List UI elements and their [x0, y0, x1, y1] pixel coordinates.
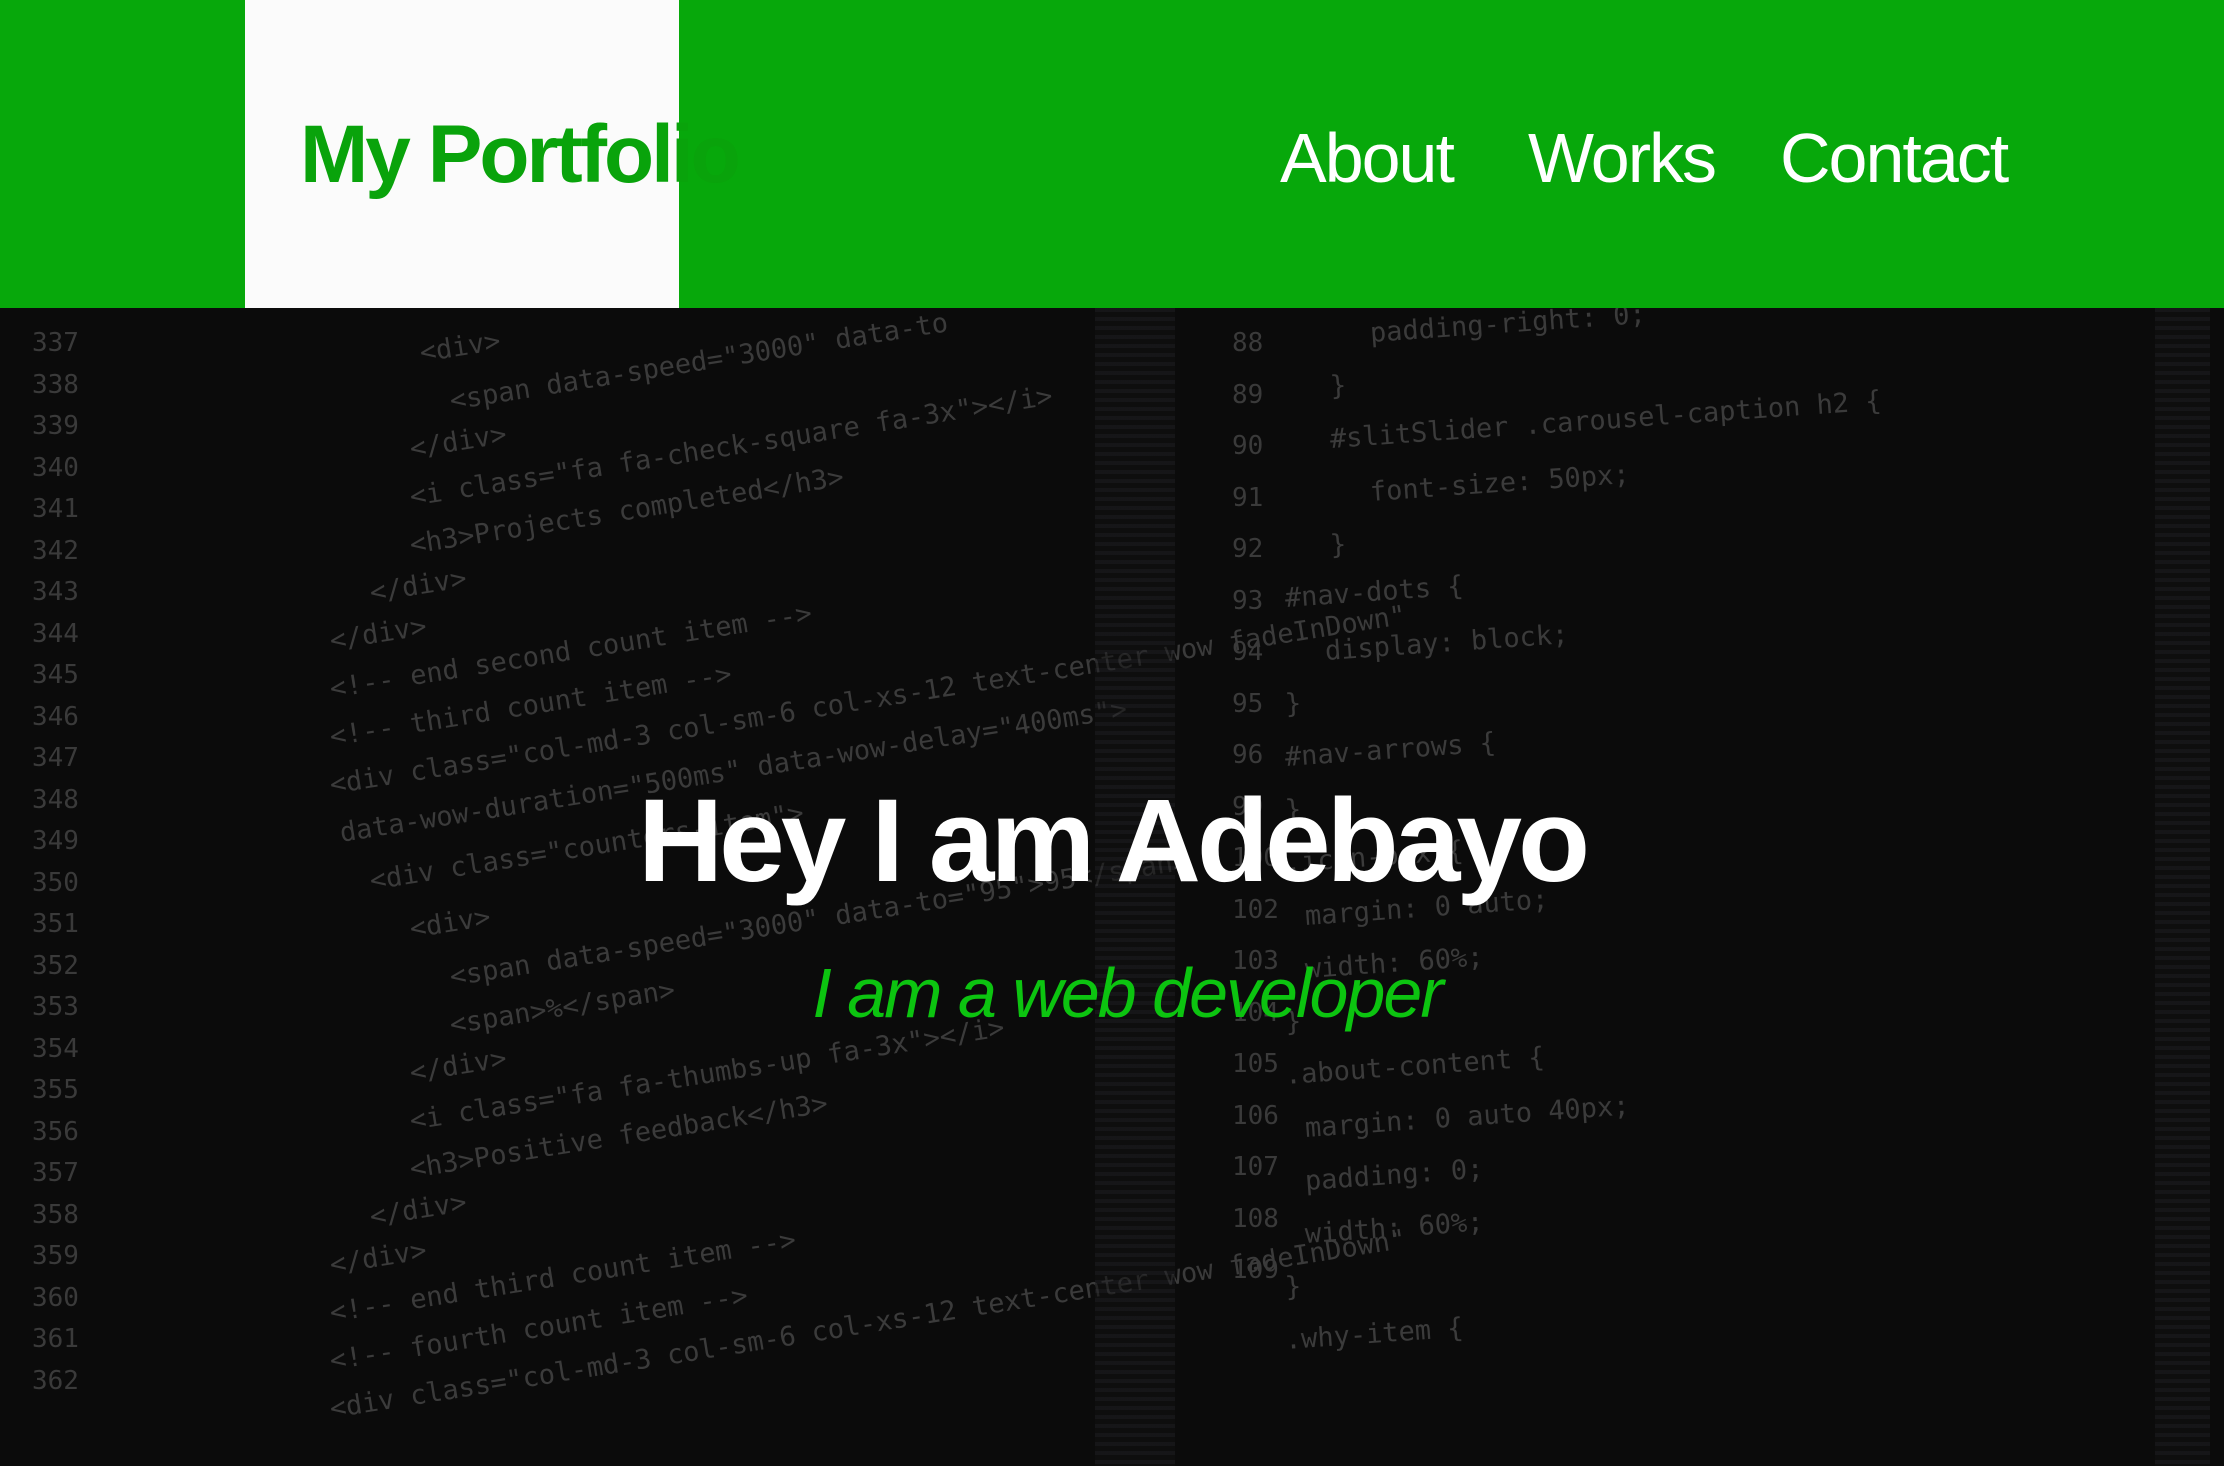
code-line-number: 94 — [1232, 637, 1264, 667]
code-line-number: 96 — [1232, 740, 1264, 770]
nav-contact[interactable]: Contact — [1780, 118, 2009, 198]
nav-about[interactable]: About — [1280, 118, 1455, 198]
code-line-number: 339 — [32, 411, 79, 441]
code-line-number: 88 — [1232, 328, 1264, 358]
code-line: </div> — [327, 1234, 429, 1281]
code-line-number: 360 — [32, 1282, 79, 1313]
code-line: </div> — [367, 562, 469, 609]
code-line-number: 92 — [1232, 534, 1264, 564]
code-line: #slitSlider .carousel-caption h2 { — [1328, 385, 1883, 455]
code-line: </div> — [407, 418, 509, 465]
code-line: padding-right: 0; — [1368, 308, 1647, 349]
code-line-number: 358 — [32, 1199, 79, 1230]
code-line: </div> — [327, 610, 429, 657]
hero-subtitle: I am a web developer — [812, 954, 1443, 1032]
nav-works[interactable]: Works — [1528, 118, 1717, 198]
code-line-number: 355 — [32, 1075, 79, 1105]
site-header: My Portfolio About Works Contact — [0, 0, 2224, 308]
code-line-number: 347 — [32, 743, 79, 773]
code-line-number: 90 — [1232, 431, 1264, 461]
code-line: } — [1283, 687, 1303, 720]
logo-box: My Portfolio — [245, 0, 741, 308]
code-line: margin: 0 auto 40px; — [1303, 1090, 1631, 1144]
code-line-number: 108 — [1232, 1203, 1279, 1234]
code-line-number: 341 — [32, 494, 79, 524]
code-line: #nav-arrows { — [1283, 727, 1497, 773]
code-line-number: 89 — [1232, 379, 1264, 410]
code-line-number: 361 — [32, 1324, 79, 1354]
code-line: font-size: 50px; — [1368, 458, 1631, 508]
code-line-number: 359 — [32, 1241, 79, 1271]
code-line-number: 345 — [32, 660, 79, 690]
bottom-strip — [0, 1466, 2224, 1472]
site-logo[interactable]: My Portfolio — [300, 108, 741, 202]
code-line: } — [1328, 369, 1348, 402]
code-line-number: 356 — [32, 1116, 79, 1147]
hero-section: 337 338 339 340 341 342 343 344 345 346 347 348 349 3… — [0, 308, 2224, 1466]
code-line: <div> — [417, 325, 503, 369]
code-line: padding: 0; — [1303, 1153, 1485, 1197]
code-line-number: 106 — [1232, 1100, 1279, 1131]
code-line-number: 362 — [32, 1365, 79, 1396]
code-line-number: 344 — [32, 618, 79, 649]
code-line: width: 60%; — [1303, 1206, 1485, 1250]
code-line-number: 95 — [1232, 688, 1264, 719]
portfolio-page: My Portfolio About Works Contact 337 338 3… — [0, 0, 2224, 1472]
code-line: <span data-speed="3000" data-to — [447, 308, 951, 417]
code-line: #nav-dots { — [1283, 570, 1465, 614]
hero-title: Hey I am Adebayo — [637, 775, 1590, 907]
code-line-number: 337 — [32, 328, 79, 358]
code-line: } — [1328, 528, 1348, 561]
code-line-number: 109 — [1232, 1255, 1279, 1285]
code-line-number: 338 — [32, 369, 79, 400]
code-line-number: 105 — [1232, 1049, 1279, 1079]
code-line-number: 91 — [1232, 482, 1264, 513]
code-line: </div> — [407, 1042, 509, 1089]
code-line-number: 346 — [32, 701, 79, 732]
code-line: </div> — [367, 1186, 469, 1233]
code-line: .about-content { — [1283, 1041, 1546, 1091]
code-line-number: 351 — [32, 909, 79, 939]
code-line-number: 342 — [32, 535, 79, 566]
code-line-number: 357 — [32, 1158, 79, 1188]
code-line-number: 343 — [32, 577, 79, 607]
code-line: .why-item { — [1283, 1312, 1465, 1356]
code-line: } — [1283, 1270, 1303, 1303]
code-line-number: 340 — [32, 452, 79, 483]
code-line-number: 354 — [32, 1033, 79, 1064]
code-line-number: 93 — [1232, 585, 1264, 616]
code-line-number: 107 — [1232, 1152, 1279, 1182]
